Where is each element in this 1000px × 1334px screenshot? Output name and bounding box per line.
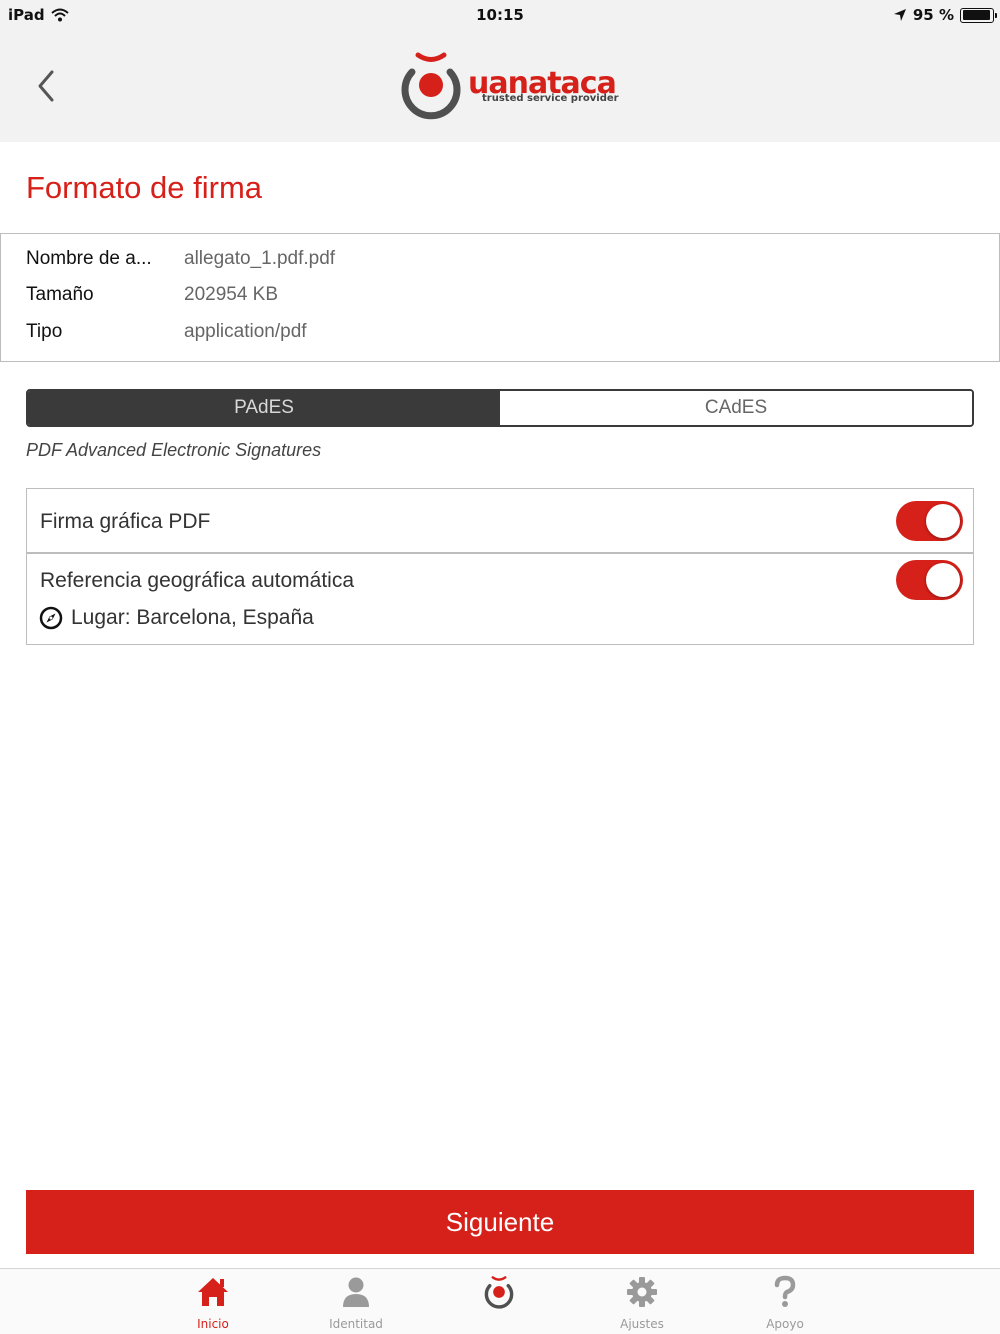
info-row-name: Nombre de a... allegato_1.pdf.pdf [26,248,335,278]
graphic-signature-toggle[interactable] [896,501,963,541]
format-segmented-control: PAdES CAdES [26,389,974,427]
location-text: Lugar: Barcelona, España [71,606,314,629]
toggle-knob [926,563,960,597]
tab-label: Ajustes [620,1317,664,1331]
back-button[interactable] [30,66,62,106]
geo-reference-toggle[interactable] [896,560,963,600]
uanataca-logo: uanataca trusted service provider [398,50,619,120]
page-title: Formato de firma [26,170,263,205]
tab-ajustes[interactable]: Ajustes [592,1273,692,1333]
tab-apoyo[interactable]: Apoyo [735,1273,835,1333]
info-value: application/pdf [184,321,307,342]
info-row-type: Tipo application/pdf [26,321,307,351]
format-description: PDF Advanced Electronic Signatures [26,440,322,460]
tab-bar: Inicio Identitad Ajustes Apoyo [0,1268,1000,1334]
signature-options: Firma gráfica PDF Referencia geográfica … [26,488,974,645]
info-label: Tipo [26,321,63,342]
file-info-box: Nombre de a... allegato_1.pdf.pdf Tamaño… [0,233,1000,362]
tab-identitad[interactable]: Identitad [306,1273,406,1333]
battery-level [962,10,991,20]
status-time: 10:15 [476,6,524,24]
battery-percent: 95 % [912,6,954,24]
question-icon [766,1273,804,1311]
location-arrow-icon [893,9,906,21]
uanataca-logo-icon [401,52,461,120]
home-icon [194,1273,232,1311]
tab-label: Apoyo [766,1317,804,1331]
segment-pades[interactable]: PAdES [28,391,500,425]
tab-uanataca[interactable] [449,1273,549,1333]
info-row-size: Tamaño 202954 KB [26,284,278,314]
info-value: 202954 KB [184,284,279,305]
info-label: Tamaño [26,284,94,305]
status-bar: iPad 10:15 95 % [0,0,1000,30]
uanataca-logo-icon [480,1273,518,1311]
geo-reference-label: Referencia geográfica automática [40,569,355,592]
chevron-left-icon [38,70,54,102]
compass-icon [39,606,63,630]
status-right: 95 % [893,6,997,24]
info-value: allegato_1.pdf.pdf [184,248,336,269]
next-button[interactable]: Siguiente [26,1190,974,1254]
toggle-knob [926,504,960,538]
segment-cades[interactable]: CAdES [500,391,972,425]
divider [27,552,973,554]
person-icon [337,1273,375,1311]
tab-inicio[interactable]: Inicio [163,1273,263,1333]
info-label: Nombre de a... [26,248,152,269]
graphic-signature-label: Firma gráfica PDF [40,510,211,533]
tab-label: Inicio [197,1317,229,1331]
location-row: Lugar: Barcelona, España [39,606,314,630]
header: uanataca trusted service provider [0,30,1000,142]
gear-icon [623,1273,661,1311]
battery-icon [960,7,997,23]
tab-label: Identitad [329,1317,383,1331]
logo-tagline: trusted service provider [482,93,619,104]
